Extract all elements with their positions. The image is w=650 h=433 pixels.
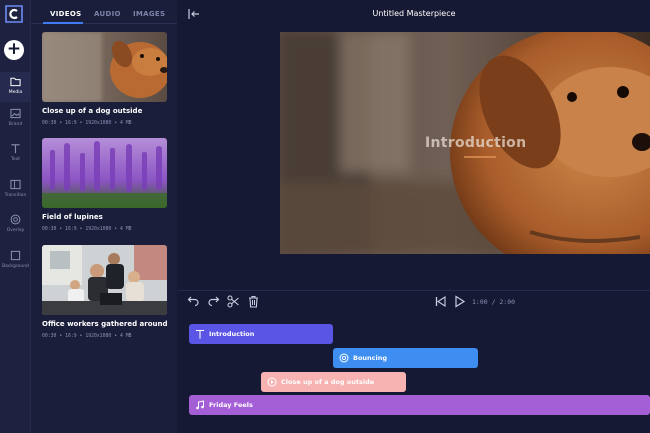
project-title[interactable]: Untitled Masterpiece	[178, 9, 650, 18]
overlay-underline	[464, 156, 496, 158]
media-card[interactable]: Field of lupines 00:30 • 16:9 • 1920x108…	[42, 138, 167, 232]
tab-audio[interactable]: AUDIO	[94, 10, 121, 18]
rail-item-media[interactable]: Media	[0, 72, 31, 102]
clip-label: Introduction	[209, 330, 255, 338]
media-thumbnail	[42, 138, 167, 208]
media-card-title: Field of lupines	[42, 213, 103, 221]
text-icon	[11, 144, 20, 154]
office-thumbnail-image	[42, 245, 167, 315]
media-card-meta: 00:30 • 16:9 • 1920x1080 • 4 MB	[42, 121, 132, 126]
media-panel: VIDEOS AUDIO IMAGES Close up of a dog ou…	[31, 0, 177, 433]
text-icon	[196, 329, 204, 339]
rail-item-label: Brand	[8, 122, 23, 127]
redo-icon[interactable]	[207, 295, 220, 308]
background-icon	[10, 250, 21, 261]
media-card-title: Close up of a dog outside	[42, 107, 143, 115]
add-button[interactable]: +	[4, 40, 24, 60]
timeline-clip-bouncing[interactable]: Bouncing	[333, 348, 478, 368]
rail-item-background[interactable]: Background	[0, 250, 31, 280]
clip-label: Friday Feels	[209, 401, 253, 409]
editor-main: Untitled Masterpiece Introduction 1:00 /…	[178, 0, 650, 433]
timeline-toolbar: 1:00 / 2:00	[178, 290, 650, 312]
timeline-clip-introduction[interactable]: Introduction	[189, 324, 333, 344]
rail-item-label: Text	[10, 157, 21, 162]
scissors-icon[interactable]	[227, 295, 240, 308]
video-preview[interactable]: Introduction	[280, 32, 650, 254]
overlay-icon	[339, 353, 349, 363]
media-tabs: VIDEOS AUDIO IMAGES	[31, 0, 177, 24]
trash-icon[interactable]	[247, 295, 260, 308]
transition-icon	[10, 179, 21, 190]
tab-videos[interactable]: VIDEOS	[50, 10, 81, 18]
media-thumbnail	[42, 245, 167, 315]
rail-item-label: Transition	[4, 193, 27, 198]
media-card-title: Office workers gathered around...	[42, 320, 167, 328]
rail-item-transition[interactable]: Transition	[0, 179, 31, 209]
media-card[interactable]: Office workers gathered around... 00:30 …	[42, 245, 167, 339]
active-tab-indicator	[43, 22, 83, 24]
music-note-icon	[196, 400, 204, 410]
rail-item-text[interactable]: Text	[0, 143, 31, 173]
clip-label: Bouncing	[353, 354, 388, 362]
media-card-meta: 00:30 • 16:9 • 1920x1080 • 4 MB	[42, 334, 132, 339]
media-card[interactable]: Close up of a dog outside 00:30 • 16:9 •…	[42, 32, 167, 126]
playback-time: 1:00 / 2:00	[472, 298, 516, 306]
rail-item-label: Overlay	[6, 228, 25, 233]
play-circle-icon	[267, 377, 277, 387]
rail-item-overlay[interactable]: Overlay	[0, 214, 31, 244]
rail-item-label: Background	[2, 264, 29, 269]
tab-images[interactable]: IMAGES	[133, 10, 165, 18]
undo-icon[interactable]	[187, 295, 200, 308]
image-icon	[10, 108, 21, 119]
folder-icon	[10, 77, 21, 87]
skip-back-icon[interactable]	[434, 295, 447, 308]
play-icon[interactable]	[453, 295, 466, 308]
dog-thumbnail-image	[42, 32, 167, 102]
timeline-clip-dog-video[interactable]: Close up of a dog outside	[261, 372, 406, 392]
media-card-meta: 00:30 • 16:9 • 1920x1080 • 4 MB	[42, 227, 132, 232]
overlay-icon	[10, 214, 21, 225]
left-rail: + Media Brand Text Transition Overlay Ba…	[0, 0, 31, 433]
rail-item-label: Media	[8, 90, 23, 95]
rail-item-brand[interactable]: Brand	[0, 108, 31, 138]
clip-label: Close up of a dog outside	[281, 378, 375, 386]
video-editor-app: + Media Brand Text Transition Overlay Ba…	[0, 0, 650, 433]
timeline-clip-music[interactable]: Friday Feels	[189, 395, 650, 415]
logo-icon[interactable]	[5, 5, 23, 23]
preview-overlay-text[interactable]: Introduction	[425, 135, 526, 151]
media-thumbnail	[42, 32, 167, 102]
lupines-thumbnail-image	[42, 138, 167, 208]
